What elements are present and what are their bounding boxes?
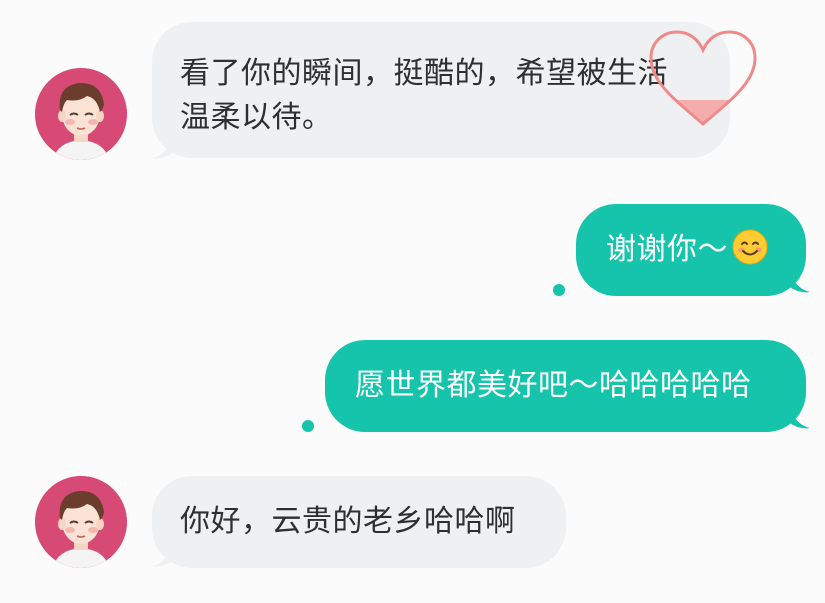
bubble-tail <box>788 408 810 429</box>
avatar[interactable] <box>35 476 127 568</box>
message-bubble-outgoing[interactable]: 谢谢你～ <box>576 204 806 296</box>
message-text: 你好，云贵的老乡哈哈啊 <box>180 504 516 539</box>
smiling-face-emoji-icon <box>732 229 768 265</box>
message-text: 谢谢你～ <box>606 229 768 267</box>
message-bubble-outgoing[interactable]: 愿世界都美好吧～哈哈哈哈哈 <box>325 340 806 432</box>
message-bubble-incoming[interactable]: 你好，云贵的老乡哈哈啊 <box>152 476 566 568</box>
message-text: 看了你的瞬间，挺酷的，希望被生活 温柔以待。 <box>180 52 702 140</box>
chat-conversation: 看了你的瞬间，挺酷的，希望被生活 温柔以待。 谢谢你～ 愿世界都美好吧～哈哈哈哈… <box>0 0 825 603</box>
bubble-tail <box>788 272 810 293</box>
bubble-dot <box>553 284 565 296</box>
message-line: 温柔以待。 <box>180 100 333 135</box>
bubble-dot <box>302 420 314 432</box>
message-text: 愿世界都美好吧～哈哈哈哈哈 <box>355 368 752 403</box>
cartoon-boy-avatar-icon <box>35 68 127 160</box>
message-line: 看了你的瞬间，挺酷的，希望被生活 <box>180 56 668 91</box>
message-text-content: 谢谢你～ <box>606 232 728 267</box>
cartoon-boy-avatar-icon <box>35 476 127 568</box>
avatar[interactable] <box>35 68 127 160</box>
message-bubble-incoming[interactable]: 看了你的瞬间，挺酷的，希望被生活 温柔以待。 <box>152 22 730 158</box>
